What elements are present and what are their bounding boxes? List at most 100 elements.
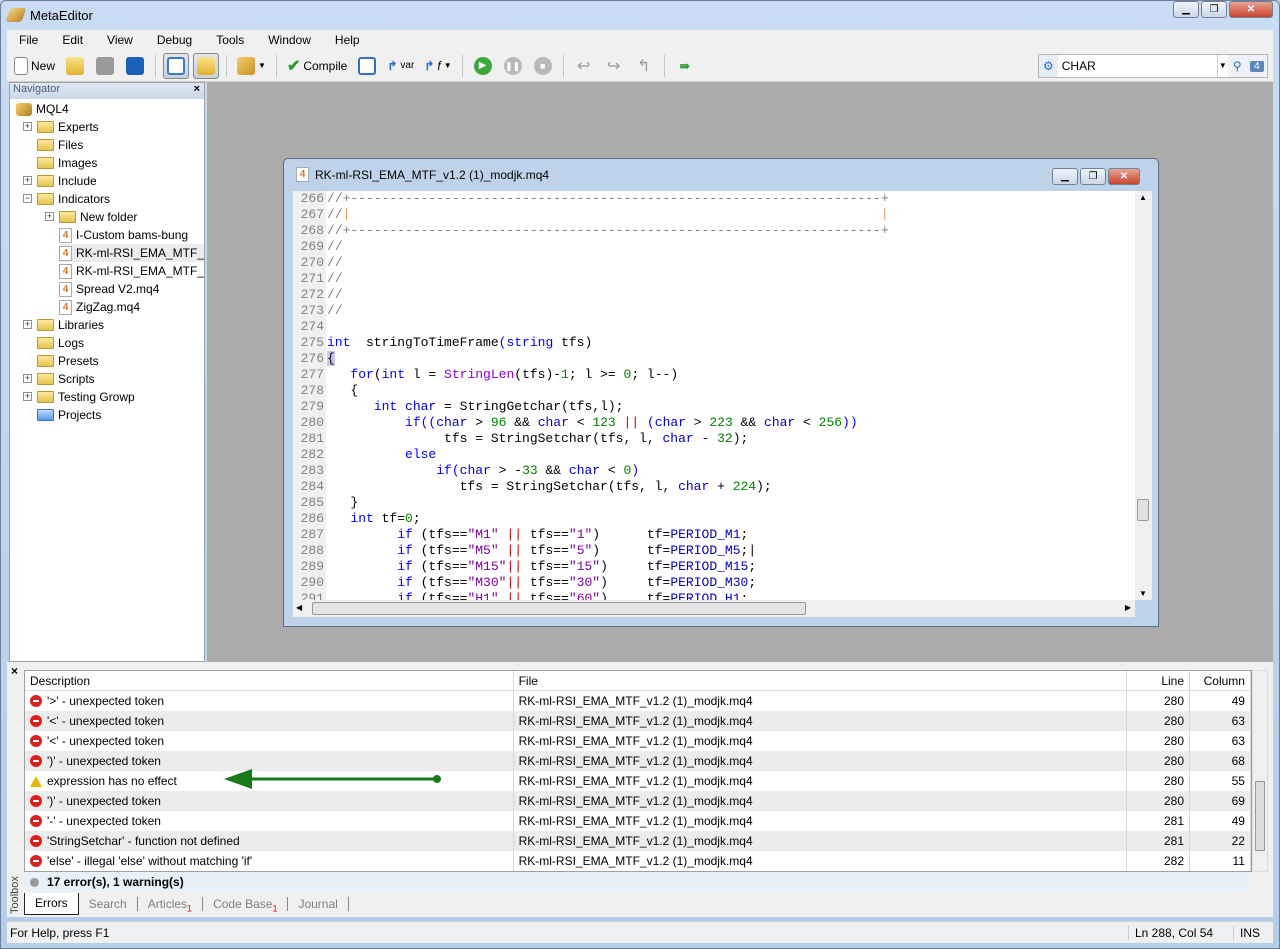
close-navigator-icon[interactable]: × [194,83,204,99]
tree-item[interactable]: + Testing Growp [23,388,135,406]
column-line[interactable]: Line [1127,671,1191,690]
tree-item[interactable]: + Experts [23,118,99,136]
close-toolbox-icon[interactable]: × [11,664,18,678]
tree-item[interactable]: Files [37,136,83,154]
table-row[interactable]: 'StringSetchar' - function not defined RK… [25,831,1251,851]
tree-item[interactable]: Images [37,154,97,172]
tree-item[interactable]: 4 I-Custom bams-bung [59,226,188,244]
menu-window[interactable]: Window [256,33,323,47]
tree-item[interactable]: 4 ZigZag.mq4 [59,298,140,316]
new-button[interactable]: New [11,53,58,79]
messages-button[interactable]: 4 [1246,55,1268,77]
table-row[interactable]: '>' - unexpected token RK-ml-RSI_EMA_MTF_… [25,691,1251,711]
search-icon[interactable]: ⚲ [1227,55,1247,77]
tree-item[interactable]: + Include [23,172,97,190]
tree-item[interactable]: 4 Spread V2.mq4 [59,280,159,298]
status-insert-mode: INS [1233,925,1273,940]
scroll-down-icon[interactable]: ▼ [1139,589,1147,598]
tree-item[interactable]: Presets [37,352,99,370]
pause-debug-button[interactable]: ❚❚ [500,53,526,79]
column-column[interactable]: Column [1190,671,1251,690]
tree-item[interactable]: + Scripts [23,370,95,388]
menu-view[interactable]: View [95,33,145,47]
table-row[interactable]: expression has no effect RK-ml-RSI_EMA_MT… [25,771,1251,791]
code-text: //+-------------------------------------… [326,191,889,207]
errors-rows: '>' - unexpected token RK-ml-RSI_EMA_MTF_… [25,691,1251,871]
terminal-button[interactable] [354,53,380,79]
expand-icon[interactable]: + [45,212,54,221]
minimize-button[interactable]: ▁ [1173,1,1199,18]
tree-root[interactable]: MQL4 [16,100,69,118]
editor-minimize-button[interactable]: ▁ [1052,168,1078,185]
navigator-toggle-button[interactable] [163,52,190,79]
step-out-button[interactable]: ↰ [631,53,657,79]
table-row[interactable]: '-' - unexpected token RK-ml-RSI_EMA_MTF_… [25,811,1251,831]
tree-item[interactable]: Logs [37,334,84,352]
toolbox-toggle-button[interactable] [193,52,220,79]
expand-icon[interactable]: + [23,374,32,383]
code-token: ) tf= [600,591,671,600]
errors-scrollbar[interactable] [1252,670,1268,872]
tab-articles[interactable]: Articles1 [138,897,204,913]
save-all-button[interactable] [122,53,148,79]
table-row[interactable]: '<' - unexpected token RK-ml-RSI_EMA_MTF_… [25,711,1251,731]
horizontal-scrollbar[interactable]: ◀ ▶ [293,600,1135,617]
table-row[interactable]: 'else' - illegal 'else' without matching… [25,851,1251,871]
expand-icon[interactable]: + [23,122,32,131]
restore-button[interactable]: ❐ [1201,1,1227,18]
expand-icon[interactable]: + [23,320,32,329]
step-over-button[interactable]: ↪ [601,53,627,79]
code-text: // [326,271,343,287]
tab-code-base[interactable]: Code Base1 [203,897,289,913]
tab-search[interactable]: Search [79,897,138,911]
close-button[interactable]: ✕ [1229,1,1273,18]
run-button[interactable]: ⇛ [672,53,698,79]
expand-icon[interactable]: + [23,176,32,185]
errors-scroll-thumb[interactable] [1255,781,1265,851]
tree-item[interactable]: 4 RK-ml-RSI_EMA_MTF_ [59,262,204,280]
vertical-scroll-thumb[interactable] [1137,499,1149,521]
scroll-left-icon[interactable]: ◀ [296,603,302,612]
scroll-up-icon[interactable]: ▲ [1139,193,1147,202]
column-description[interactable]: Description [25,671,514,690]
tree-item[interactable]: + New folder [45,208,137,226]
compile-button[interactable]: ✔ Compile [284,53,350,79]
editor-restore-button[interactable]: ❐ [1080,168,1106,185]
gear-icon[interactable]: ⚙ [1039,55,1058,77]
start-debug-button[interactable]: ▶ [470,53,496,79]
tab-journal[interactable]: Journal [288,897,349,911]
tree-item[interactable]: − Indicators [23,190,110,208]
expand-icon[interactable]: + [23,392,32,401]
search-dropdown-icon[interactable]: ▼ [1216,55,1228,77]
step-into-button[interactable]: ↩ [571,53,597,79]
horizontal-scroll-thumb[interactable] [312,602,806,615]
menu-tools[interactable]: Tools [204,33,256,47]
table-row[interactable]: ')' - unexpected token RK-ml-RSI_EMA_MTF_… [25,751,1251,771]
stop-debug-button[interactable]: ■ [530,53,556,79]
tree-item[interactable]: + Libraries [23,316,104,334]
menu-edit[interactable]: Edit [50,33,95,47]
tab-errors[interactable]: Errors [24,893,79,915]
vertical-scrollbar[interactable]: ▲ ▼ [1135,191,1152,600]
table-row[interactable]: ')' - unexpected token RK-ml-RSI_EMA_MTF_… [25,791,1251,811]
tab-label: Journal [298,897,338,911]
menu-debug[interactable]: Debug [145,33,204,47]
code-editor[interactable]: 266//+----------------------------------… [293,191,1135,600]
table-row[interactable]: '<' - unexpected token RK-ml-RSI_EMA_MTF_… [25,731,1251,751]
menu-help[interactable]: Help [323,33,372,47]
status-cursor-position: Ln 288, Col 54 [1128,925,1233,940]
open-button[interactable] [62,53,88,79]
tree-item[interactable]: Projects [37,406,101,424]
editor-close-button[interactable]: ✕ [1108,168,1140,185]
mql-wizard-button[interactable]: ▼ [234,53,269,79]
collapse-icon[interactable]: − [23,194,32,203]
column-file[interactable]: File [514,671,1128,690]
tree-item[interactable]: 4 RK-ml-RSI_EMA_MTF_ [59,244,205,262]
save-button[interactable] [92,53,118,79]
scroll-right-icon[interactable]: ▶ [1125,603,1131,612]
tree-item-label: I-Custom bams-bung [76,228,189,242]
search-input[interactable] [1057,55,1217,77]
insert-function-button[interactable]: ↱ f ▼ [421,53,454,79]
insert-variable-button[interactable]: ↱ var [384,53,417,79]
menu-file[interactable]: File [7,33,50,47]
